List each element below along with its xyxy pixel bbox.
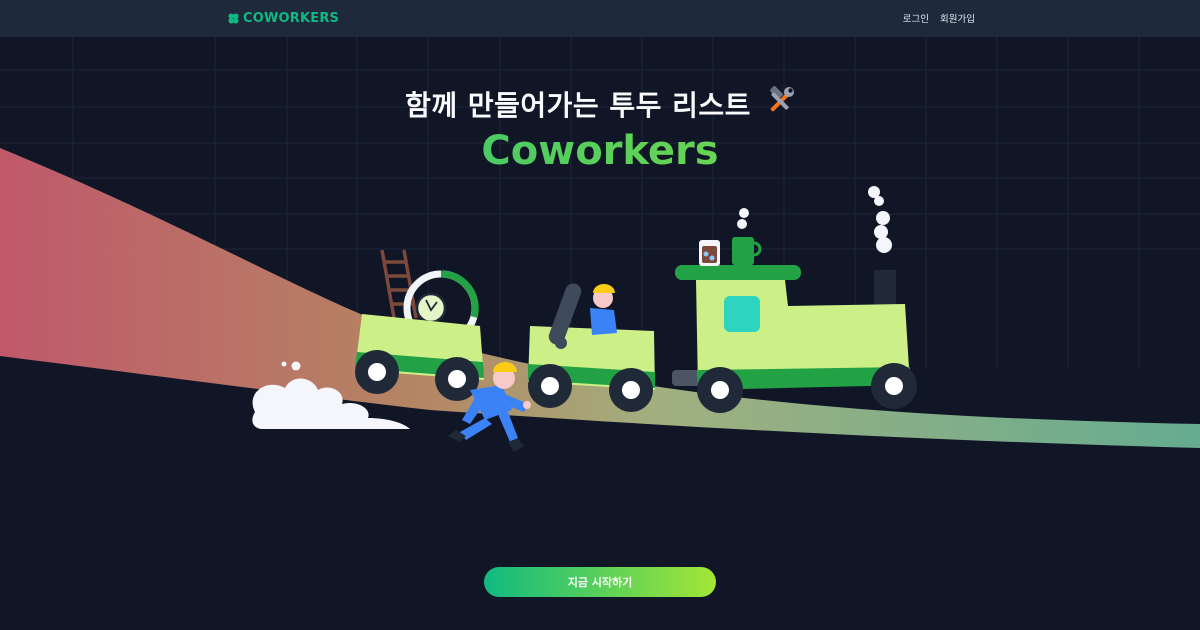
headline-text: 함께 만들어가는 투두 리스트 bbox=[405, 89, 751, 122]
ladder bbox=[380, 249, 418, 319]
hero-headline: 함께 만들어가는 투두 리스트 bbox=[0, 84, 1200, 124]
locomotive bbox=[675, 186, 917, 413]
get-started-button[interactable]: 지금 시작하기 bbox=[484, 567, 716, 597]
hero-brand-title: Coworkers bbox=[0, 128, 1200, 174]
hammer-wrench-icon bbox=[769, 86, 794, 112]
